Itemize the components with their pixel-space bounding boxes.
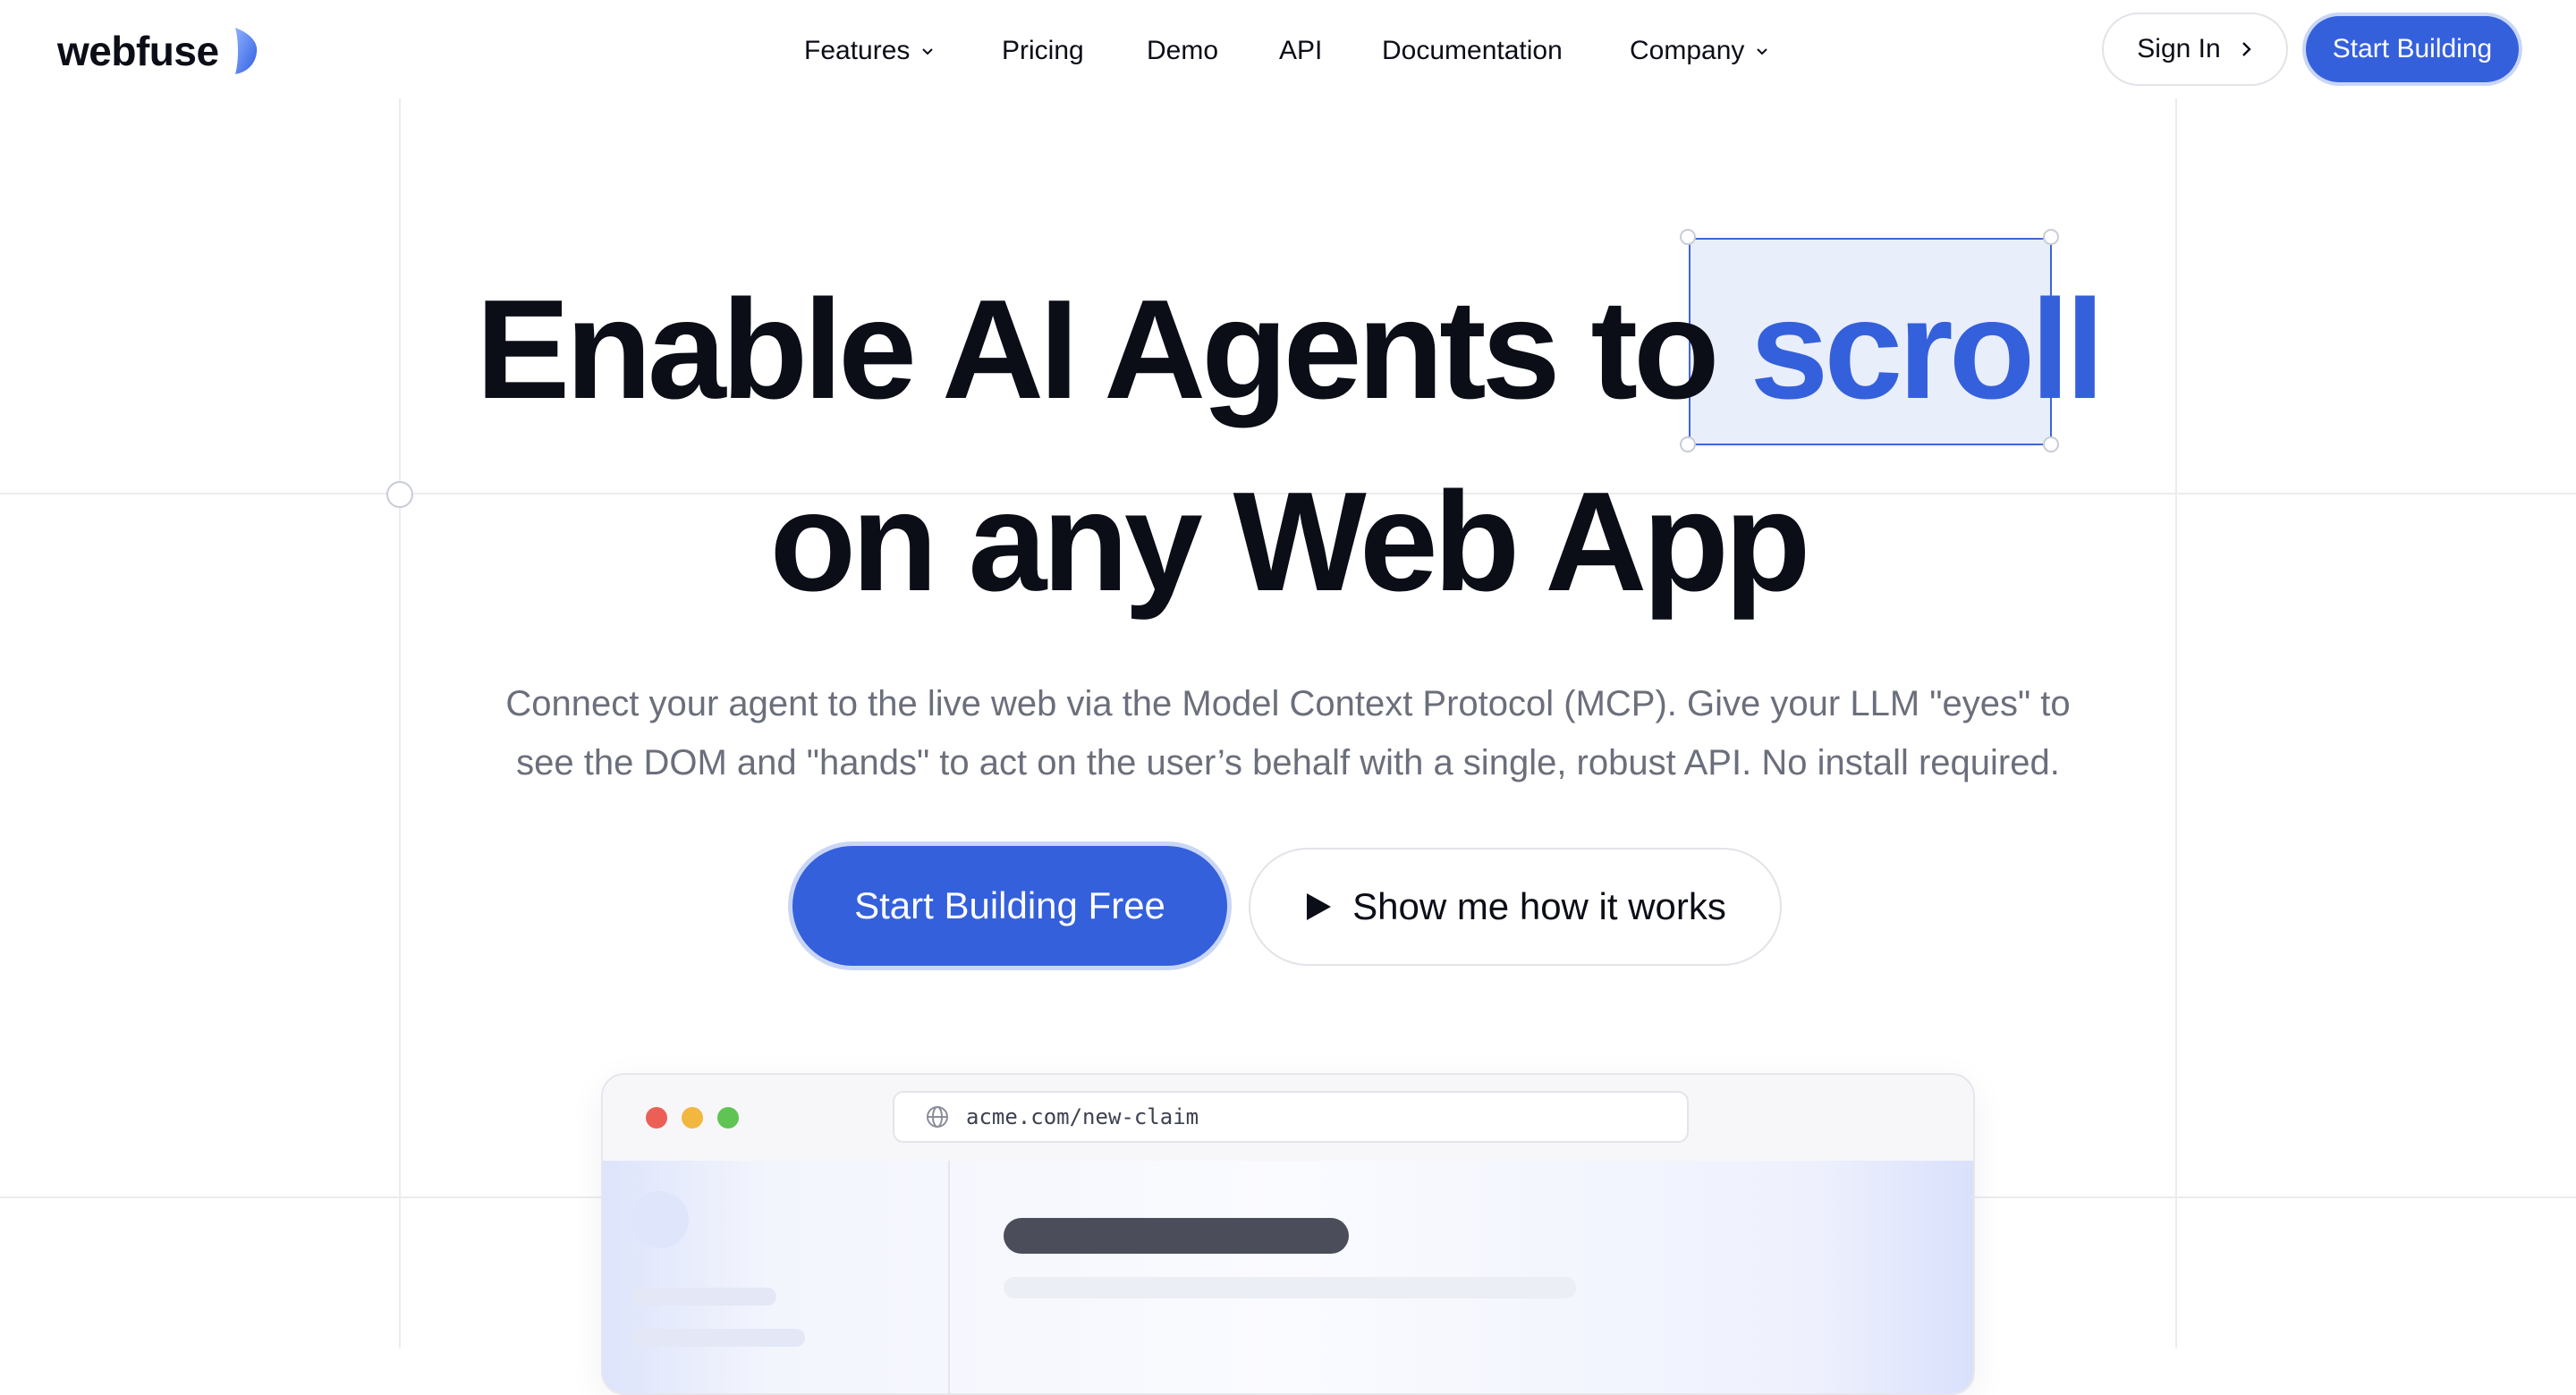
nav-api-label: API [1279,36,1323,65]
start-building-label: Start Building [2332,34,2493,63]
browser-mockup: acme.com/new-claim [601,1073,1975,1395]
traffic-light-maximize [717,1107,739,1129]
nav-features[interactable]: Features [804,29,935,73]
mock-sidebar-line [631,1288,776,1306]
nav-pricing[interactable]: Pricing [1002,29,1084,73]
mock-avatar [631,1191,689,1248]
chevron-down-icon [1757,48,1768,55]
chevron-down-icon [922,48,934,55]
nav-api[interactable]: API [1279,29,1322,73]
address-bar: acme.com/new-claim [893,1091,1689,1143]
traffic-light-minimize [682,1107,703,1129]
mock-text-line [1004,1277,1576,1298]
nav-company-label: Company [1630,36,1745,65]
chevron-right-icon [2241,42,2251,56]
mock-sidebar [603,1161,950,1393]
subtitle-line-2: see the DOM and "hands" to act on the us… [516,743,2060,782]
cta-secondary-label: Show me how it works [1352,885,1726,927]
selection-handle [1680,436,1696,452]
globe-icon [927,1106,948,1128]
nav-demo-label: Demo [1147,36,1219,65]
nav-pricing-label: Pricing [1002,36,1084,65]
headline-highlight-word: scroll [1750,271,2106,428]
nav-demo[interactable]: Demo [1147,29,1218,73]
cta-primary-label: Start Building Free [854,884,1165,926]
selection-handle [2043,436,2059,452]
sign-in-button[interactable]: Sign In [2102,13,2288,86]
nav-documentation[interactable]: Documentation [1382,29,1563,73]
headline-text: Enable AI Agents to [475,271,1720,428]
nav-company[interactable]: Company [1630,29,1769,73]
sign-in-label: Sign In [2137,34,2221,63]
hero-headline-line2: on any Web App [0,471,2576,613]
subtitle-line-1: Connect your agent to the live web via t… [505,684,2071,723]
mock-title-bar [1004,1218,1349,1254]
start-building-button[interactable]: Start Building [2306,16,2519,82]
nav-documentation-label: Documentation [1382,36,1563,65]
headline-text: on any Web App [769,463,1811,621]
selection-handle [1680,229,1696,245]
traffic-light-close [646,1107,667,1129]
hero-subtitle: Connect your agent to the live web via t… [0,674,2576,792]
play-icon [1307,893,1332,920]
mock-sidebar-line [631,1329,805,1347]
show-how-it-works-button[interactable]: Show me how it works [1249,848,1782,966]
hero-headline-line1: Enable AI Agents to scroll [0,279,2576,420]
nav-features-label: Features [804,36,911,65]
selection-handle [2043,229,2059,245]
url-text: acme.com/new-claim [966,1104,1199,1129]
start-building-free-button[interactable]: Start Building Free [792,846,1227,966]
mock-app-content [603,1161,1973,1393]
